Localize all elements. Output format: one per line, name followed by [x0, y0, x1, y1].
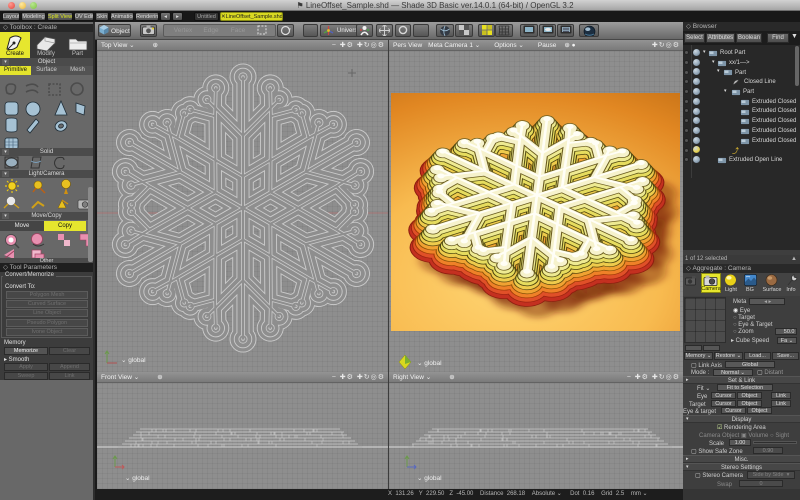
- svg-text:⌄ global: ⌄ global: [417, 475, 442, 482]
- svg-text:⌄ global: ⌄ global: [121, 357, 146, 364]
- svg-text:⌄ global: ⌄ global: [417, 360, 442, 367]
- svg-text:⌄ global: ⌄ global: [125, 475, 150, 482]
